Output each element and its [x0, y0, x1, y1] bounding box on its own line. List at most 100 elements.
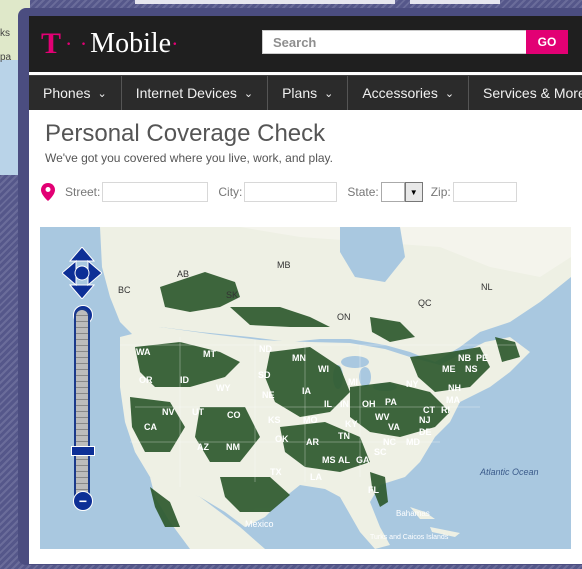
- tmobile-logo[interactable]: T · · Mobile ·: [41, 24, 178, 64]
- map-region-label: UT: [192, 407, 204, 417]
- map-region-label: OK: [275, 434, 289, 444]
- city-label: City:: [218, 185, 243, 199]
- map-region-label: MD: [406, 437, 420, 447]
- place-label: Turks and Caicos Islands: [370, 534, 449, 541]
- map-region-label: ID: [180, 375, 189, 385]
- map-region-label: MO: [303, 415, 318, 425]
- map-region-label: WY: [216, 383, 231, 393]
- logo-dots: · ·: [65, 31, 89, 56]
- map-region-label: IA: [302, 386, 311, 396]
- search-box: [262, 30, 532, 54]
- chevron-down-icon: ⌄: [444, 87, 455, 100]
- map-region-label: AB: [177, 269, 190, 279]
- map-region-label: NJ: [419, 415, 431, 425]
- map-region-label: ND: [259, 344, 272, 354]
- nav-item-accessories[interactable]: Accessories ⌄: [348, 76, 470, 110]
- map-region-label: CO: [227, 410, 241, 420]
- state-select[interactable]: ▼: [380, 182, 423, 202]
- coverage-modal: T · · Mobile · GO Phones ⌄ Internet Devi…: [29, 16, 582, 564]
- map-region-label: MA: [446, 395, 460, 405]
- main-nav: Phones ⌄ Internet Devices ⌄ Plans ⌄ Acce…: [29, 75, 582, 110]
- chevron-down-icon: ⌄: [243, 87, 254, 100]
- chevron-down-icon: ⌄: [97, 87, 107, 100]
- map-region-label: IN: [340, 399, 349, 409]
- zoom-slider-handle[interactable]: [71, 446, 95, 456]
- page-subtitle: We've got you covered where you live, wo…: [45, 151, 333, 165]
- background-text: pa: [0, 52, 12, 63]
- zip-label: Zip:: [430, 185, 451, 199]
- background-page-edge: [135, 0, 395, 4]
- map-region-label: DE: [419, 427, 432, 437]
- coverage-map[interactable]: MB AB SK BC QC ON NL NB PE NS ME NH MA C…: [40, 227, 571, 549]
- nav-item-plans[interactable]: Plans ⌄: [268, 76, 349, 110]
- map-region-label: WV: [375, 412, 390, 422]
- street-label: Street:: [65, 185, 101, 199]
- search-go-button[interactable]: GO: [526, 30, 568, 54]
- map-region-label: LA: [310, 472, 322, 482]
- pan-arrows-icon[interactable]: [62, 247, 102, 299]
- logo-dot: ·: [171, 31, 179, 56]
- location-pin-icon: [41, 183, 55, 201]
- brand-name: Mobile: [90, 28, 172, 59]
- map-region-label: NL: [481, 282, 493, 292]
- nav-item-services[interactable]: Services & More: [469, 76, 582, 110]
- map-region-label: TN: [338, 431, 350, 441]
- map-region-label: QC: [418, 298, 432, 308]
- street-input[interactable]: [102, 182, 209, 202]
- page-title: Personal Coverage Check: [45, 120, 326, 147]
- background-page-edge: [410, 0, 500, 4]
- ocean-label: Atlantic Ocean: [480, 467, 539, 477]
- chevron-down-icon: ⌄: [324, 87, 334, 100]
- dropdown-arrow-icon[interactable]: ▼: [404, 182, 423, 202]
- map-region-label: RI: [441, 405, 450, 415]
- map-region-label: NY: [406, 379, 419, 389]
- map-region-label: NM: [226, 442, 240, 452]
- nav-item-label: Plans: [282, 85, 318, 101]
- map-region-label: PA: [385, 397, 397, 407]
- map-region-label: MS: [322, 455, 336, 465]
- place-label: Bahamas: [396, 509, 430, 518]
- map-region-label: NV: [162, 407, 175, 417]
- address-form: Street: City: State: ▼ Zip:: [41, 182, 527, 202]
- map-region-label: NC: [383, 437, 396, 447]
- map-region-label: SC: [374, 447, 387, 457]
- t-logo-mark: T: [41, 27, 62, 60]
- map-region-label: MB: [277, 260, 291, 270]
- state-label: State:: [347, 185, 379, 199]
- map-region-label: SD: [258, 370, 271, 380]
- map-region-label: NE: [262, 390, 275, 400]
- nav-item-internet-devices[interactable]: Internet Devices ⌄: [122, 76, 269, 110]
- map-region-label: WI: [318, 364, 329, 374]
- map-region-label: TX: [270, 467, 282, 477]
- map-region-label: MI: [348, 377, 358, 387]
- map-region-label: OR: [139, 375, 153, 385]
- nav-item-label: Internet Devices: [135, 85, 237, 101]
- search-input[interactable]: [263, 31, 531, 53]
- map-region-label: VA: [388, 422, 400, 432]
- nav-item-label: Services & More: [483, 85, 582, 101]
- zoom-slider[interactable]: [74, 308, 90, 508]
- map-region-label: NH: [448, 383, 461, 393]
- map-region-label: MT: [203, 349, 216, 359]
- map-region-label: GA: [356, 455, 370, 465]
- zoom-out-button[interactable]: −: [73, 491, 93, 511]
- nav-item-label: Accessories: [362, 85, 438, 101]
- map-region-label: CT: [423, 405, 435, 415]
- map-region-label: PE: [476, 353, 489, 363]
- state-value: [380, 182, 405, 202]
- map-region-label: BC: [118, 285, 131, 295]
- map-region-label: WA: [136, 347, 151, 357]
- nav-item-phones[interactable]: Phones ⌄: [29, 76, 122, 110]
- map-region-label: NS: [465, 364, 478, 374]
- place-label: Mexico: [245, 519, 274, 529]
- map-region-label: SK: [226, 290, 239, 300]
- map-region-label: CA: [144, 422, 157, 432]
- map-region-label: ME: [442, 364, 456, 374]
- city-input[interactable]: [244, 182, 338, 202]
- map-region-label: AR: [306, 437, 319, 447]
- map-region-label: OH: [362, 399, 376, 409]
- site-header: T · · Mobile · GO: [29, 16, 582, 72]
- map-region-label: FL: [368, 485, 379, 495]
- map-region-label: AZ: [197, 442, 209, 452]
- zip-input[interactable]: [452, 182, 517, 202]
